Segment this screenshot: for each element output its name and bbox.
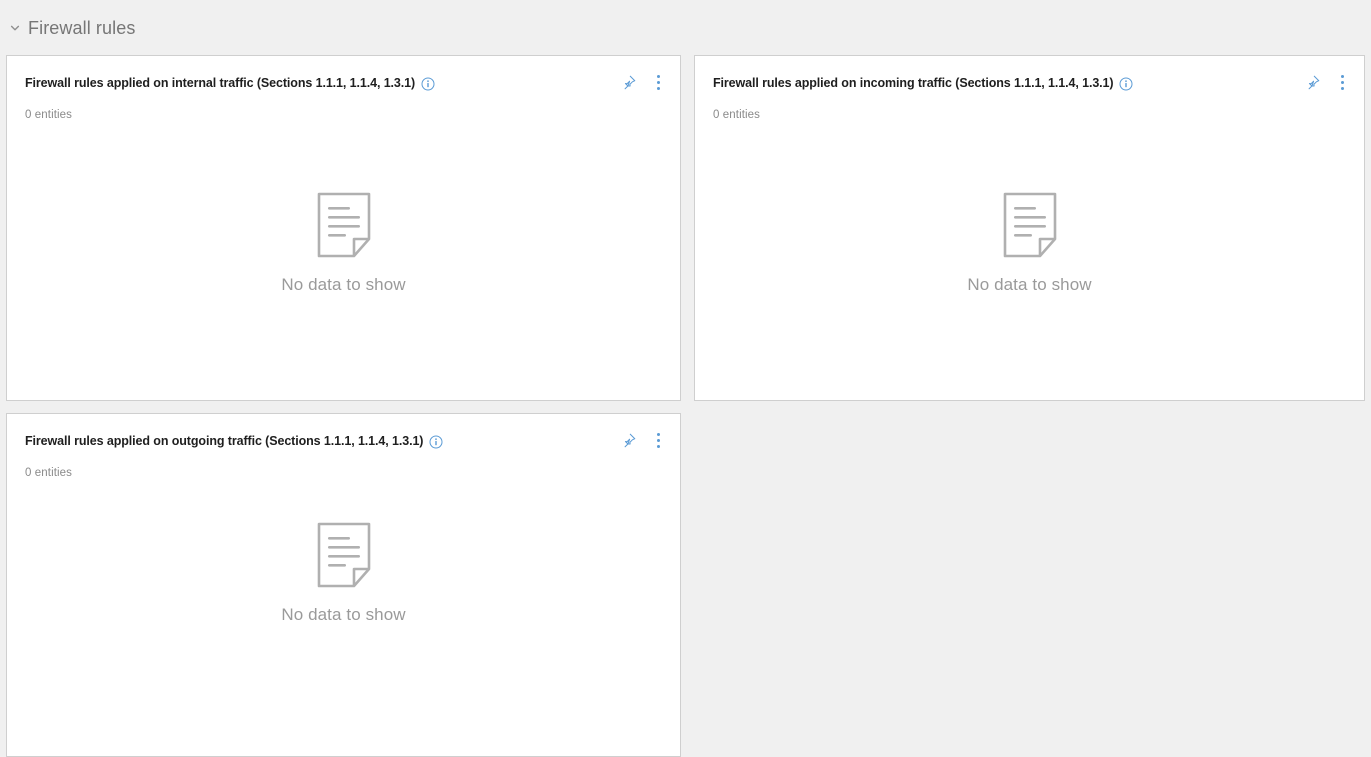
card-header: Firewall rules applied on incoming traff…: [695, 56, 1364, 91]
chevron-down-icon[interactable]: [7, 20, 23, 36]
pin-icon[interactable]: [1303, 73, 1321, 91]
entity-count: 0 entities: [713, 109, 761, 121]
card-title: Firewall rules applied on incoming traff…: [713, 76, 1114, 90]
empty-state-message: No data to show: [281, 605, 406, 624]
entity-count: 0 entities: [25, 467, 73, 479]
kebab-dot: [656, 74, 660, 78]
kebab-dots: [651, 431, 666, 450]
card-actions: [619, 73, 667, 91]
empty-state-message: No data to show: [281, 275, 406, 294]
card-title-wrap: Firewall rules applied on outgoing traff…: [25, 434, 605, 449]
pin-icon[interactable]: [619, 73, 637, 91]
document-icon: [316, 191, 372, 259]
card-title-wrap: Firewall rules applied on internal traff…: [25, 76, 605, 91]
more-options-icon[interactable]: [649, 73, 667, 91]
card-actions: [619, 431, 667, 449]
card-header: Firewall rules applied on internal traff…: [7, 56, 680, 91]
empty-state: No data to show: [695, 122, 1364, 400]
card-title-wrap: Firewall rules applied on incoming traff…: [713, 76, 1289, 91]
info-icon[interactable]: [429, 435, 443, 449]
card-incoming-traffic: Firewall rules applied on incoming traff…: [694, 55, 1365, 401]
more-options-icon[interactable]: [649, 431, 667, 449]
more-options-icon[interactable]: [1333, 73, 1351, 91]
empty-state: No data to show: [7, 480, 680, 756]
info-icon[interactable]: [421, 77, 435, 91]
document-icon: [316, 521, 372, 589]
kebab-dots: [651, 73, 666, 92]
card-internal-traffic: Firewall rules applied on internal traff…: [6, 55, 681, 401]
page-title: Firewall rules: [28, 17, 136, 38]
kebab-dots: [1335, 73, 1350, 92]
document-icon: [1002, 191, 1058, 259]
kebab-dot: [656, 86, 660, 90]
entity-count: 0 entities: [25, 109, 73, 121]
card-outgoing-traffic: Firewall rules applied on outgoing traff…: [6, 413, 681, 757]
card-title: Firewall rules applied on outgoing traff…: [25, 434, 424, 448]
cards-grid: Firewall rules applied on internal traff…: [0, 55, 1371, 757]
kebab-dot: [1340, 86, 1344, 90]
kebab-dot: [656, 438, 660, 442]
kebab-dot: [656, 444, 660, 448]
empty-state: No data to show: [7, 122, 680, 400]
kebab-dot: [1340, 74, 1344, 78]
kebab-dot: [656, 432, 660, 436]
card-actions: [1303, 73, 1351, 91]
kebab-dot: [656, 80, 660, 84]
pin-icon[interactable]: [619, 431, 637, 449]
section-header: Firewall rules: [0, 0, 1371, 55]
card-header: Firewall rules applied on outgoing traff…: [7, 414, 680, 449]
info-icon[interactable]: [1119, 77, 1133, 91]
kebab-dot: [1340, 80, 1344, 84]
empty-state-message: No data to show: [967, 275, 1092, 294]
card-title: Firewall rules applied on internal traff…: [25, 76, 416, 90]
